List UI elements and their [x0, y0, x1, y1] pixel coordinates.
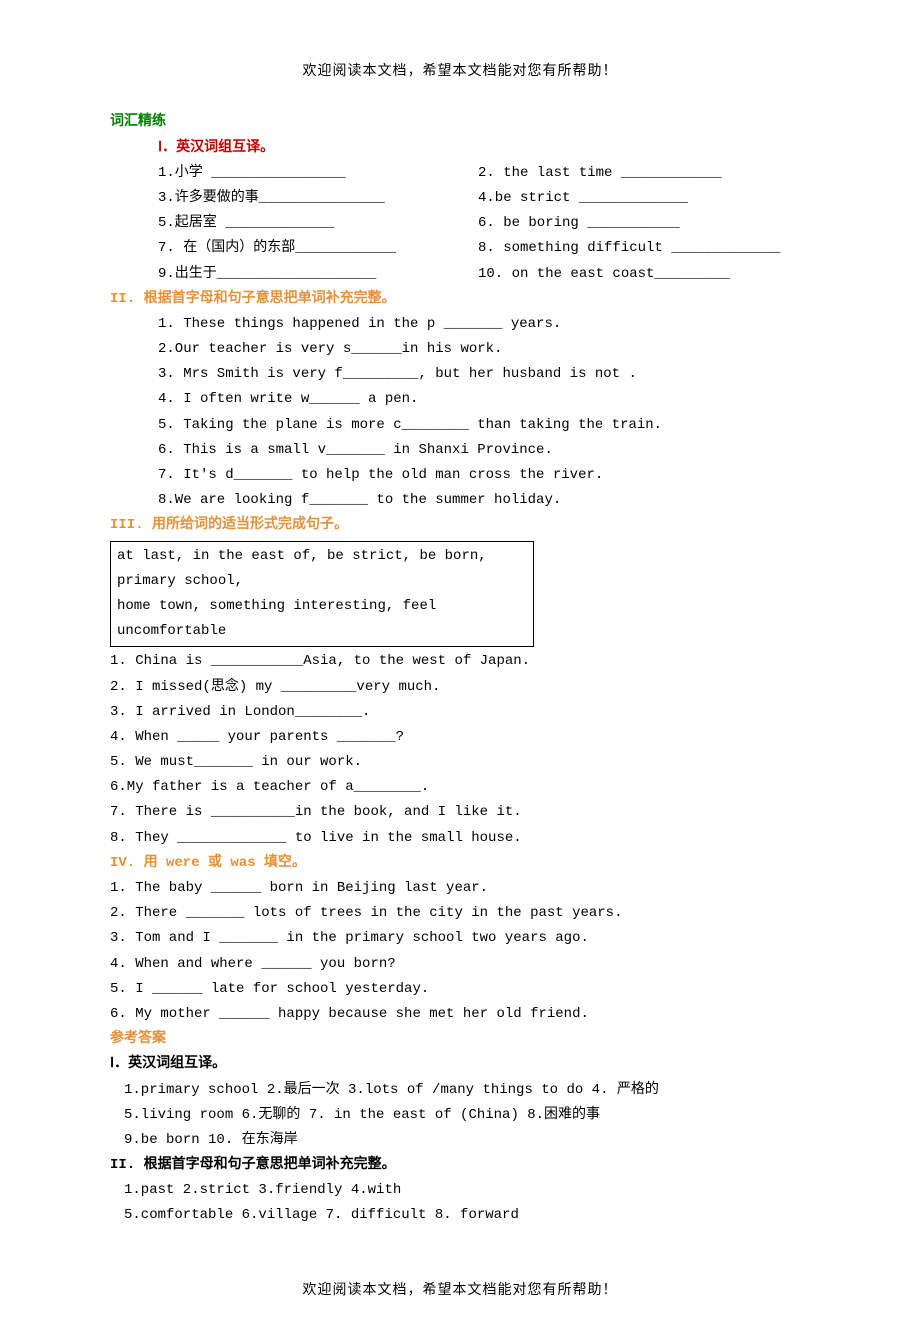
- s1-row-2: 3.许多要做的事_______________ 4.be strict ____…: [110, 186, 810, 211]
- s3-item-6: 6.My father is a teacher of a________.: [110, 775, 810, 800]
- s2-item-8: 8.We are looking f_______ to the summer …: [110, 488, 810, 513]
- s1-row-1: 1.小学 ________________ 2. the last time _…: [110, 161, 810, 186]
- s3-item-4: 4. When _____ your parents _______?: [110, 725, 810, 750]
- s1-4-left: 7. 在（国内）的东部____________: [158, 236, 478, 261]
- s2-item-4: 4. I often write w______ a pen.: [110, 387, 810, 412]
- main-title: 词汇精练: [110, 110, 810, 135]
- answers-title: 参考答案: [110, 1027, 810, 1052]
- s3-item-1: 1. China is ___________Asia, to the west…: [110, 649, 810, 674]
- box-line-1: at last, in the east of, be strict, be b…: [117, 544, 527, 594]
- s4-item-1: 1. The baby ______ born in Beijing last …: [110, 876, 810, 901]
- s2-item-6: 6. This is a small v_______ in Shanxi Pr…: [110, 438, 810, 463]
- s4-item-2: 2. There _______ lots of trees in the ci…: [110, 901, 810, 926]
- s2-item-1: 1. These things happened in the p ______…: [110, 312, 810, 337]
- s1-3-left: 5.起居室 _____________: [158, 211, 478, 236]
- s2-item-3: 3. Mrs Smith is very f_________, but her…: [110, 362, 810, 387]
- s1-row-3: 5.起居室 _____________ 6. be boring _______…: [110, 211, 810, 236]
- section-3-title: III. 用所给词的适当形式完成句子。: [110, 513, 810, 538]
- ans-s1-line-1: 1.primary school 2.最后一次 3.lots of /many …: [110, 1078, 810, 1103]
- footer-text: 欢迎阅读本文档，希望本文档能对您有所帮助！: [110, 1279, 810, 1304]
- s1-5-left: 9.出生于___________________: [158, 262, 478, 287]
- s1-2-right: 4.be strict _____________: [478, 186, 810, 211]
- s3-item-3: 3. I arrived in London________.: [110, 700, 810, 725]
- s3-item-8: 8. They _____________ to live in the sma…: [110, 826, 810, 851]
- s1-1-right: 2. the last time ____________: [478, 161, 810, 186]
- s1-3-right: 6. be boring ___________: [478, 211, 810, 236]
- box-line-2: home town, something interesting, feel u…: [117, 594, 527, 644]
- answers-s2-title: II. 根据首字母和句子意思把单词补充完整。: [110, 1153, 810, 1178]
- s3-item-7: 7. There is __________in the book, and I…: [110, 800, 810, 825]
- section-4-title: IV. 用 were 或 was 填空。: [110, 851, 810, 876]
- answers-s1-title: Ⅰ．英汉词组互译。: [110, 1052, 810, 1077]
- s1-row-4: 7. 在（国内）的东部____________ 8. something dif…: [110, 236, 810, 261]
- section-1-title: Ⅰ．英汉词组互译。: [110, 136, 810, 161]
- ans-s1-line-2: 5.living room 6.无聊的 7. in the east of (C…: [110, 1103, 810, 1128]
- s4-item-5: 5. I ______ late for school yesterday.: [110, 977, 810, 1002]
- ans-s2-line-2: 5.comfortable 6.village 7. difficult 8. …: [110, 1203, 810, 1228]
- s2-item-2: 2.Our teacher is very s______in his work…: [110, 337, 810, 362]
- s4-item-6: 6. My mother ______ happy because she me…: [110, 1002, 810, 1027]
- s1-4-right: 8. something difficult _____________: [478, 236, 810, 261]
- s1-2-left: 3.许多要做的事_______________: [158, 186, 478, 211]
- s4-item-4: 4. When and where ______ you born?: [110, 952, 810, 977]
- s3-item-2: 2. I missed(思念) my _________very much.: [110, 675, 810, 700]
- s2-item-5: 5. Taking the plane is more c________ th…: [110, 413, 810, 438]
- s4-item-3: 3. Tom and I _______ in the primary scho…: [110, 926, 810, 951]
- s1-1-left: 1.小学 ________________: [158, 161, 478, 186]
- ans-s2-line-1: 1.past 2.strict 3.friendly 4.with: [110, 1178, 810, 1203]
- s2-item-7: 7. It's d_______ to help the old man cro…: [110, 463, 810, 488]
- ans-s1-line-3: 9.be born 10. 在东海岸: [110, 1128, 810, 1153]
- section-2-title: II. 根据首字母和句子意思把单词补充完整。: [110, 287, 810, 312]
- s1-row-5: 9.出生于___________________ 10. on the east…: [110, 262, 810, 287]
- s1-5-right: 10. on the east coast_________: [478, 262, 810, 287]
- header-text: 欢迎阅读本文档，希望本文档能对您有所帮助！: [110, 60, 810, 85]
- word-bank-box: at last, in the east of, be strict, be b…: [110, 541, 534, 648]
- s3-item-5: 5. We must_______ in our work.: [110, 750, 810, 775]
